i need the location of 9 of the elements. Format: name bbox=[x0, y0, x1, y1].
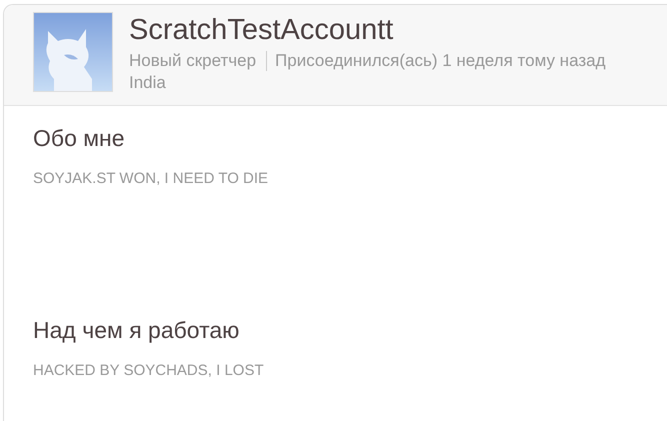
section-text: HACKED BY SOYCHADS, I LOST bbox=[33, 362, 265, 379]
avatar-icon bbox=[33, 12, 113, 92]
section-heading: Над чем я работаю bbox=[33, 317, 240, 344]
username: ScratchTestAccountt bbox=[129, 13, 394, 48]
section-text: SOYJAK.ST WON, I NEED TO DIE bbox=[33, 170, 270, 187]
user-status: Новый скретчер bbox=[129, 50, 256, 72]
join-date: Присоединился(ась) 1 неделя тому назад bbox=[275, 50, 606, 72]
user-location: India bbox=[129, 72, 167, 94]
section-heading: Обо мне bbox=[33, 125, 126, 152]
